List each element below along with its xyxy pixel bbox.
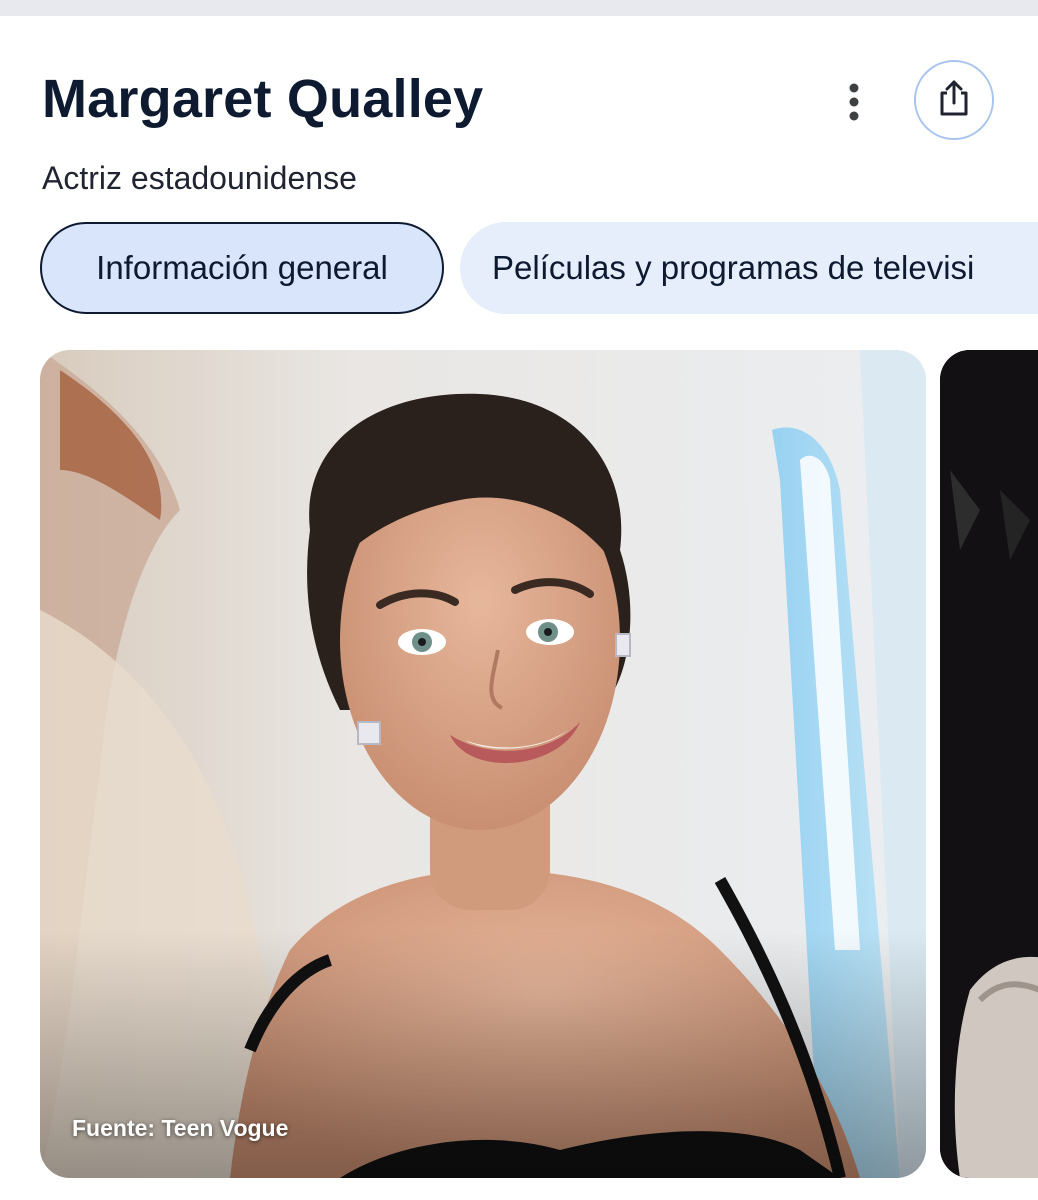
- share-icon: [937, 79, 971, 122]
- image-gallery: Fuente: Teen Vogue: [0, 350, 1038, 1180]
- next-photo-illustration: [940, 350, 1038, 1178]
- share-button[interactable]: [914, 60, 994, 140]
- tab-peliculas-y-programas[interactable]: Películas y programas de televisi: [460, 222, 1038, 314]
- tab-bar: Información general Películas y programa…: [0, 222, 1038, 316]
- photo-source-caption: Fuente: Teen Vogue: [72, 1115, 289, 1141]
- photo-illustration: [40, 350, 926, 1178]
- top-divider: [0, 0, 1038, 16]
- tab-label: Información general: [96, 249, 388, 286]
- more-vertical-icon: [847, 82, 861, 127]
- page-subtitle: Actriz estadounidense: [42, 160, 357, 196]
- tab-label: Películas y programas de televisi: [492, 249, 975, 286]
- next-photo[interactable]: [940, 350, 1038, 1178]
- tab-informacion-general[interactable]: Información general: [40, 222, 444, 314]
- more-options-button[interactable]: [830, 80, 878, 128]
- main-photo[interactable]: Fuente: Teen Vogue: [40, 350, 926, 1178]
- page-title: Margaret Qualley: [42, 69, 484, 129]
